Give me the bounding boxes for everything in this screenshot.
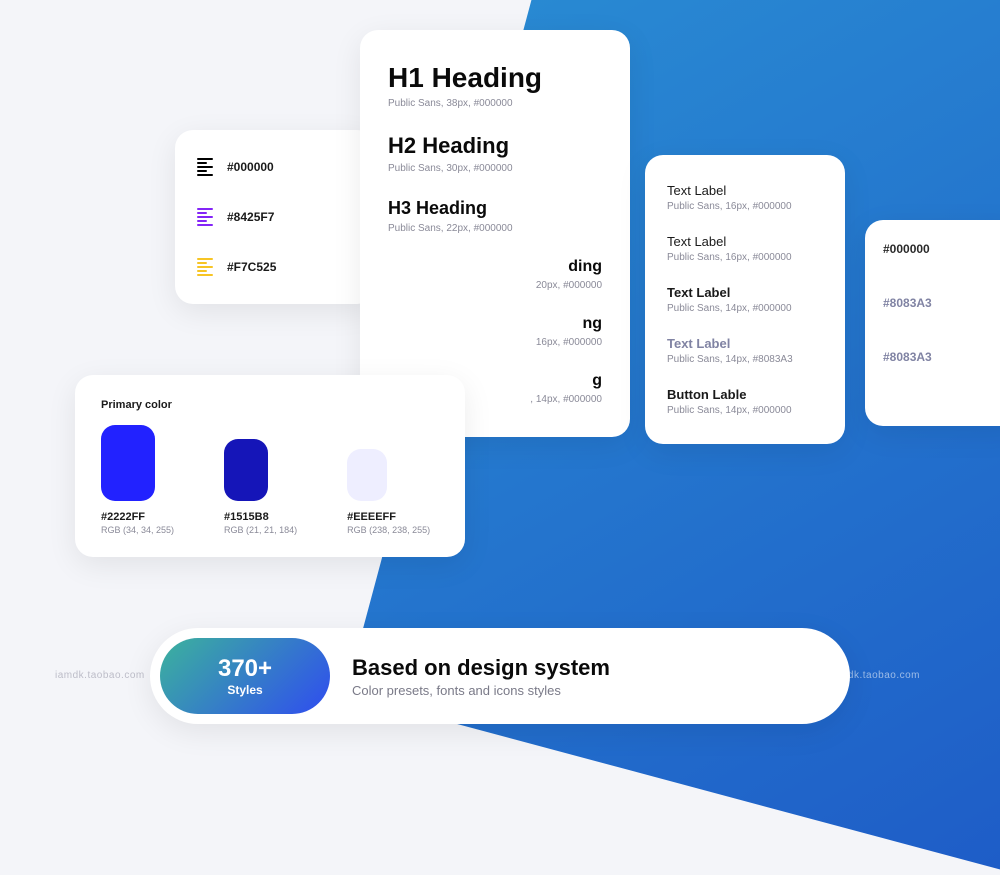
swatch-col: #2222FF RGB (34, 34, 255) xyxy=(101,425,174,535)
h3-heading: H3 Heading xyxy=(388,198,602,219)
label-item: Button Lable Public Sans, 14px, #000000 xyxy=(667,387,823,416)
typo-meta: Public Sans, 30px, #000000 xyxy=(388,163,602,174)
label-item: Text Label Public Sans, 16px, #000000 xyxy=(667,234,823,263)
text-label: Text Label xyxy=(667,183,823,198)
h2-heading: H2 Heading xyxy=(388,133,602,159)
color-hex-label: #F7C525 xyxy=(227,260,276,274)
primary-color-card: Primary color #2222FF RGB (34, 34, 255) … xyxy=(75,375,465,557)
color-hex-label: #8425F7 xyxy=(227,210,274,224)
label-item: Text Label Public Sans, 14px, #8083A3 xyxy=(667,336,823,365)
typo-meta: Public Sans, 38px, #000000 xyxy=(388,98,602,109)
h4-heading-partial: ding xyxy=(388,258,602,276)
label-meta: Public Sans, 16px, #000000 xyxy=(667,201,823,212)
swatch-hex: #1515B8 xyxy=(224,511,297,523)
color-hex-label: #000000 xyxy=(227,160,274,174)
color-token: #000000 xyxy=(883,242,1000,256)
color-styles-card: #000000 #8425F7 #F7C525 xyxy=(175,130,375,304)
swatch-col: #1515B8 RGB (21, 21, 184) xyxy=(224,425,297,535)
label-meta: Public Sans, 14px, #000000 xyxy=(667,405,823,416)
styles-count-pill: 370+ Styles Based on design system Color… xyxy=(150,628,850,724)
label-item: Text Label Public Sans, 16px, #000000 xyxy=(667,183,823,212)
label-meta: Public Sans, 16px, #000000 xyxy=(667,252,823,263)
typo-item: H1 Heading Public Sans, 38px, #000000 xyxy=(388,62,602,109)
typo-item: ding 20px, #000000 xyxy=(388,258,602,291)
styles-sub: Styles xyxy=(227,683,262,697)
typo-meta: 16px, #000000 xyxy=(388,337,602,348)
swatch-rgb: RGB (238, 238, 255) xyxy=(347,525,430,535)
pill-title: Based on design system xyxy=(352,655,610,681)
text-label-grey: Text Label xyxy=(667,336,823,351)
typo-item: H2 Heading Public Sans, 30px, #000000 xyxy=(388,133,602,174)
button-label: Button Lable xyxy=(667,387,823,402)
color-tokens-peek-card: #000000 #8083A3 #8083A3 xyxy=(865,220,1000,426)
pill-text: Based on design system Color presets, fo… xyxy=(352,655,610,698)
text-labels-card: Text Label Public Sans, 16px, #000000 Te… xyxy=(645,155,845,444)
h1-heading: H1 Heading xyxy=(388,62,602,94)
swatch-rgb: RGB (21, 21, 184) xyxy=(224,525,297,535)
typo-meta: 20px, #000000 xyxy=(388,280,602,291)
label-meta: Public Sans, 14px, #000000 xyxy=(667,303,823,314)
color-row: #F7C525 xyxy=(197,258,353,276)
swatch-rgb: RGB (34, 34, 255) xyxy=(101,525,174,535)
color-token: #8083A3 xyxy=(883,296,1000,310)
typo-item: ng 16px, #000000 xyxy=(388,315,602,348)
label-item: Text Label Public Sans, 14px, #000000 xyxy=(667,285,823,314)
color-swatch xyxy=(347,449,387,501)
align-left-icon xyxy=(197,208,213,226)
typo-item: H3 Heading Public Sans, 22px, #000000 xyxy=(388,198,602,234)
styles-count-badge: 370+ Styles xyxy=(160,638,330,714)
primary-color-title: Primary color xyxy=(101,399,439,411)
color-swatch xyxy=(101,425,155,501)
text-label-bold: Text Label xyxy=(667,285,823,300)
color-token: #8083A3 xyxy=(883,350,1000,364)
color-swatch xyxy=(224,439,268,501)
pill-desc: Color presets, fonts and icons styles xyxy=(352,683,610,698)
text-label: Text Label xyxy=(667,234,823,249)
align-left-icon xyxy=(197,258,213,276)
swatch-col: #EEEEFF RGB (238, 238, 255) xyxy=(347,425,430,535)
swatch-hex: #EEEEFF xyxy=(347,511,430,523)
label-meta: Public Sans, 14px, #8083A3 xyxy=(667,354,823,365)
typo-meta: Public Sans, 22px, #000000 xyxy=(388,223,602,234)
h5-heading-partial: ng xyxy=(388,315,602,333)
swatch-row: #2222FF RGB (34, 34, 255) #1515B8 RGB (2… xyxy=(101,425,439,535)
styles-count: 370+ xyxy=(218,655,272,683)
color-row: #8425F7 xyxy=(197,208,353,226)
color-row: #000000 xyxy=(197,158,353,176)
swatch-hex: #2222FF xyxy=(101,511,174,523)
align-left-icon xyxy=(197,158,213,176)
watermark-text: iamdk.taobao.com xyxy=(55,670,145,681)
